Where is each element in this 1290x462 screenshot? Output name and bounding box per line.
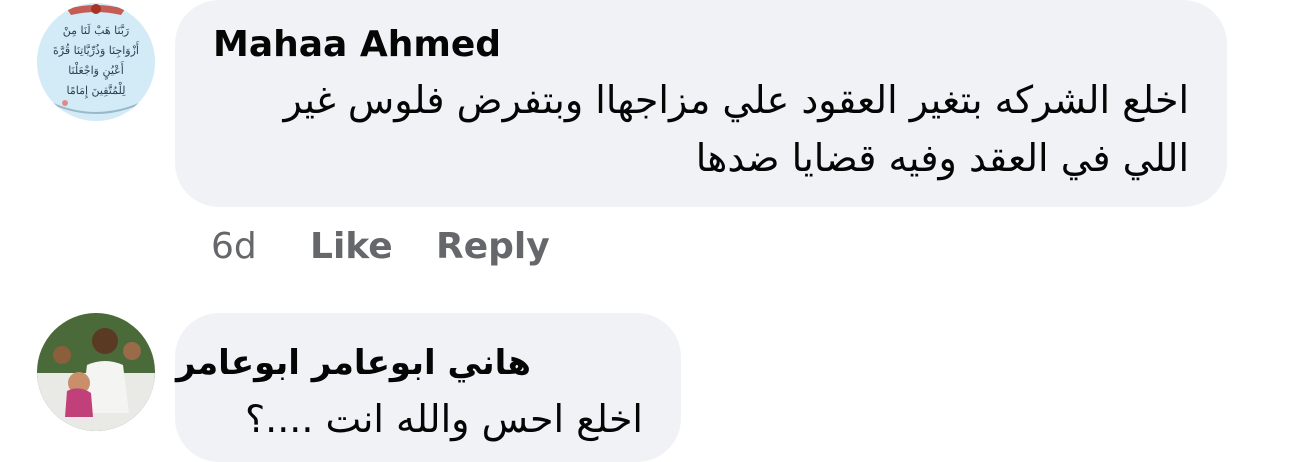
comment-timestamp[interactable]: 6d xyxy=(211,226,257,267)
comment-bubble: Mahaa Ahmed اخلع الشركه بتغير العقود علي… xyxy=(175,0,1227,207)
comment-2: هاني ابوعامر ابوعامر اخلع احس والله انت … xyxy=(0,300,1290,462)
comment-bubble: هاني ابوعامر ابوعامر اخلع احس والله انت … xyxy=(175,313,681,462)
user-photo-avatar-image xyxy=(37,313,155,431)
reply-button[interactable]: Reply xyxy=(436,226,550,267)
like-button[interactable]: Like xyxy=(310,226,393,267)
comment-text-line-2: اللي في العقد وفيه قضايا ضدها xyxy=(695,136,1189,180)
comment-text-line-1: اخلع الشركه بتغير العقود علي مزاجهاا وبت… xyxy=(283,78,1189,122)
comment-text-line-1: اخلع احس والله انت ....؟ xyxy=(244,397,643,441)
comment-avatar[interactable] xyxy=(37,313,155,431)
comment-author[interactable]: هاني ابوعامر ابوعامر xyxy=(176,343,531,383)
comment-avatar[interactable]: رَبَّنَا هَبْ لَنَا مِنْ أَزْوَاجِنَا وَ… xyxy=(37,3,155,121)
comment-author[interactable]: Mahaa Ahmed xyxy=(213,24,501,65)
comment-actions: 6d Like Reply xyxy=(0,226,1290,270)
comment-1: رَبَّنَا هَبْ لَنَا مِنْ أَزْوَاجِنَا وَ… xyxy=(0,0,1290,280)
avatar-verse-text: رَبَّنَا هَبْ لَنَا مِنْ أَزْوَاجِنَا وَ… xyxy=(53,24,139,97)
